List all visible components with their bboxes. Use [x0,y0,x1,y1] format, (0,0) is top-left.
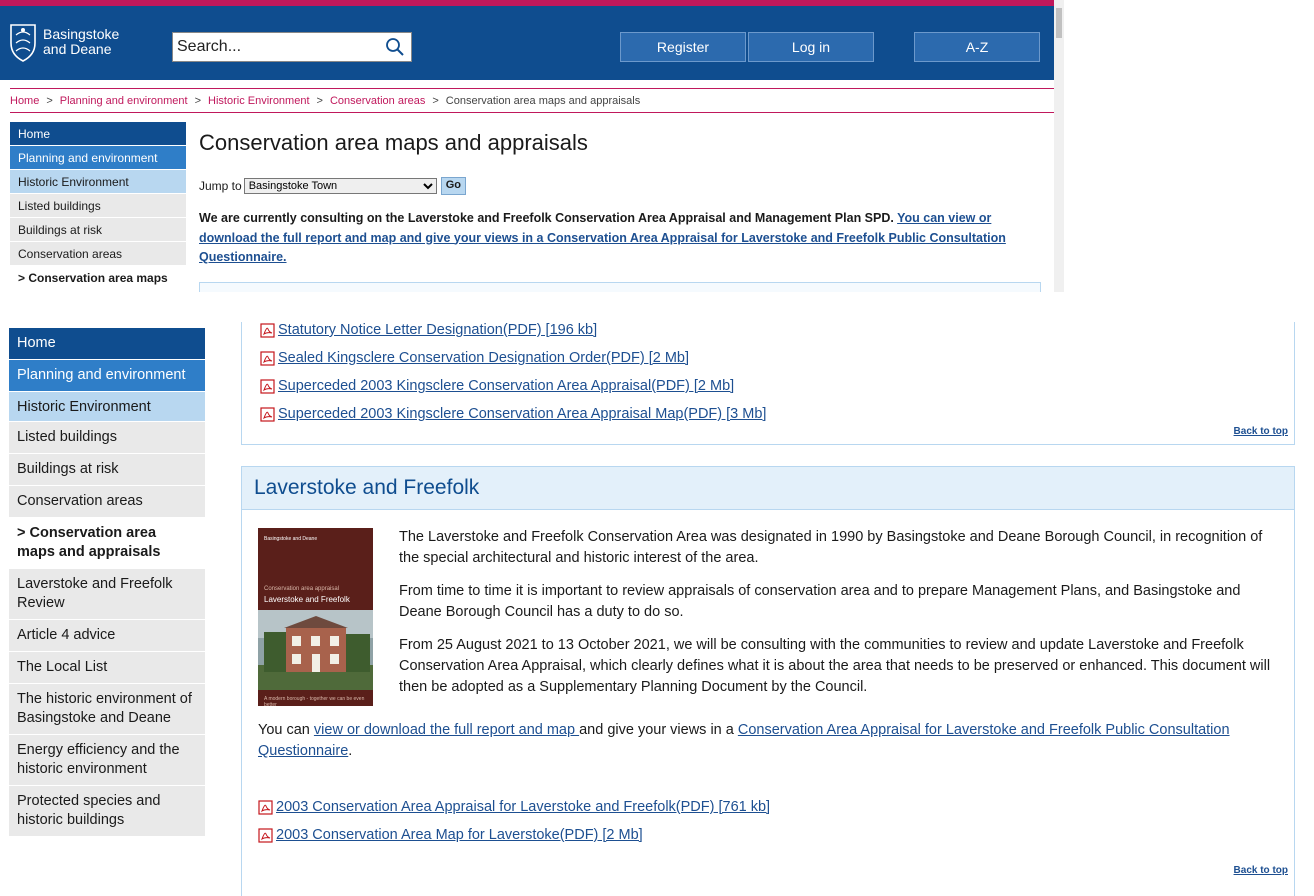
laverstoke-section: Laverstoke and Freefolk Basingstoke and … [241,466,1295,896]
kingsclere-doc-link[interactable]: Statutory Notice Letter Designation(PDF)… [278,322,597,338]
back-to-top-link[interactable]: Back to top [1234,426,1288,437]
consultation-notice: We are currently consulting on the Laver… [199,209,1034,268]
laverstoke-description: The Laverstoke and Freefolk Conservation… [399,527,1279,710]
laverstoke-doc-link[interactable]: 2003 Conservation Area Appraisal for Lav… [276,799,770,815]
breadcrumb: Home > Planning and environment > Historic E… [10,95,640,107]
pdf-icon [258,827,273,843]
cover-crest-text: Basingstoke and Deane [264,536,318,542]
bottom-screenshot: Home Planning and environment Historic E… [0,322,1314,896]
sidebar-item-home[interactable]: Home [10,122,186,146]
laverstoke-doc-list: 2003 Conservation Area Appraisal for Lav… [258,793,770,849]
text: . [348,743,353,759]
appraisal-cover-image: Basingstoke and Deane Conservation area … [258,528,373,706]
sidebar-item-protected-species[interactable]: Protected species and historic buildings [9,786,205,837]
kingsclere-doc-link[interactable]: Superceded 2003 Kingsclere Conservation … [278,406,766,422]
list-item: Superceded 2003 Kingsclere Conservation … [260,372,766,400]
site-header: Basingstoke and Deane Register Log in A-… [0,6,1054,80]
breadcrumb-separator: > [194,95,202,107]
list-item: Statutory Notice Letter Designation(PDF)… [260,322,766,344]
breadcrumb-planning[interactable]: Planning and environment [60,95,188,107]
jump-select[interactable]: Basingstoke Town [243,178,437,194]
logo-line-2: and Deane [43,41,112,57]
back-to-top-link[interactable]: Back to top [1234,865,1288,876]
sidebar-item-historic-environment[interactable]: Historic Environment [10,170,186,194]
sidebar-item-buildings-at-risk[interactable]: Buildings at risk [9,454,205,486]
cover-footer: A modern borough - together we can be ev… [264,696,365,706]
site-logo[interactable]: Basingstoke and Deane [8,21,119,63]
pdf-icon [258,799,273,815]
sidebar-item-current[interactable]: > Conservation area maps and appraisals [9,518,205,569]
login-button[interactable]: Log in [748,32,874,62]
cover-subtitle: Conservation area appraisal [264,586,340,592]
sidebar-item-home[interactable]: Home [9,328,205,360]
full-report-link[interactable]: view or download the full report and map [314,722,579,738]
page-title: Conservation area maps and appraisals [199,130,588,155]
jump-label: Jump to [199,179,242,193]
sidebar-item-buildings-at-risk[interactable]: Buildings at risk [10,218,186,242]
breadcrumb-rule-top [10,88,1054,89]
paragraph: From 25 August 2021 to 13 October 2021, … [399,637,1271,695]
sidebar-nav-top: Home Planning and environment Historic E… [10,122,186,290]
kingsclere-section: Statutory Notice Letter Designation(PDF)… [241,322,1295,445]
breadcrumb-conservation-areas[interactable]: Conservation areas [330,95,425,107]
breadcrumb-separator: > [432,95,439,107]
list-item: 2003 Conservation Area Map for Laverstok… [258,821,770,849]
breadcrumb-separator: > [316,95,323,107]
list-item: 2003 Conservation Area Appraisal for Lav… [258,793,770,821]
content-box-edge [199,282,1041,292]
breadcrumb-historic[interactable]: Historic Environment [208,95,309,107]
paragraph: The Laverstoke and Freefolk Conservation… [399,529,1263,566]
list-item: Sealed Kingsclere Conservation Designati… [260,344,766,372]
consultation-text: We are currently consulting on the Laver… [199,211,898,225]
sidebar-item-listed-buildings[interactable]: Listed buildings [10,194,186,218]
logo-line-1: Basingstoke [43,26,120,42]
sidebar-item-planning[interactable]: Planning and environment [9,360,205,392]
laverstoke-doc-link[interactable]: 2003 Conservation Area Map for Laverstok… [276,827,643,843]
breadcrumb-current: Conservation area maps and appraisals [445,95,641,107]
sidebar-item-laverstoke-review[interactable]: Laverstoke and Freefolk Review [9,569,205,620]
sidebar-item-planning[interactable]: Planning and environment [10,146,186,170]
pdf-icon [260,378,275,394]
breadcrumb-separator: > [46,95,53,107]
list-item: Superceded 2003 Kingsclere Conservation … [260,400,766,428]
kingsclere-doc-list: Statutory Notice Letter Designation(PDF)… [260,322,766,428]
sidebar-item-listed-buildings[interactable]: Listed buildings [9,422,205,454]
cover-title: Laverstoke and Freefolk [264,595,350,604]
breadcrumb-home[interactable]: Home [10,95,39,107]
sidebar-item-conservation-areas[interactable]: Conservation areas [10,242,186,266]
pdf-icon [260,350,275,366]
pdf-icon [260,406,275,422]
crest-icon [10,24,36,62]
kingsclere-doc-link[interactable]: Superceded 2003 Kingsclere Conservation … [278,378,734,394]
sidebar-item-historic-environment[interactable]: Historic Environment [9,392,205,422]
a-z-button[interactable]: A-Z [914,32,1040,62]
scrollbar-thumb[interactable] [1056,8,1062,38]
text: You can [258,722,314,738]
page-scrollbar[interactable] [1054,0,1064,292]
search-box [172,32,412,62]
search-icon[interactable] [385,37,405,57]
paragraph: From time to time it is important to rev… [399,583,1241,620]
section-heading: Laverstoke and Freefolk [242,467,1294,510]
kingsclere-doc-link[interactable]: Sealed Kingsclere Conservation Designati… [278,350,689,366]
top-screenshot: Basingstoke and Deane Register Log in A-… [0,0,1064,292]
breadcrumb-rule-bottom [10,112,1054,113]
sidebar-item-energy-efficiency[interactable]: Energy efficiency and the historic envir… [9,735,205,786]
register-button[interactable]: Register [620,32,746,62]
sidebar-item-historic-environment-of-basingstoke[interactable]: The historic environment of Basingstoke … [9,684,205,735]
pdf-icon [260,322,275,338]
jump-to-form: Jump to Basingstoke Town Go [199,177,466,195]
search-input[interactable] [173,37,384,57]
consultation-paragraph: You can view or download the full report… [258,720,1268,762]
go-button[interactable]: Go [440,177,466,195]
sidebar-item-conservation-areas[interactable]: Conservation areas [9,486,205,518]
sidebar-item-current[interactable]: > Conservation area maps [10,266,186,290]
sidebar-nav: Home Planning and environment Historic E… [9,328,205,837]
sidebar-item-article-4[interactable]: Article 4 advice [9,620,205,652]
house-photo-icon [258,610,373,690]
text: and give your views in a [579,722,738,738]
sidebar-item-local-list[interactable]: The Local List [9,652,205,684]
